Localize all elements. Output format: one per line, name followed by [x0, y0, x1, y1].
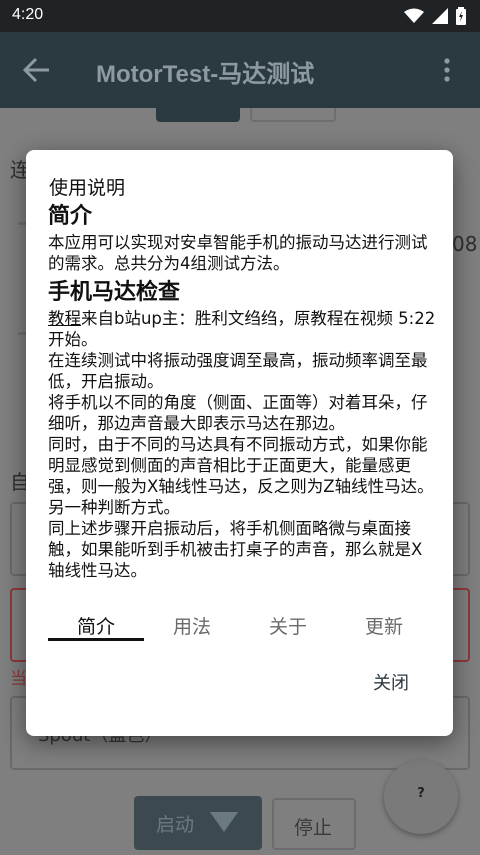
- tutorial-text: 来自b站up主：胜利文绉绉，原教程在视频 5:22 开始。: [48, 309, 436, 349]
- paragraph-4: 另一种判断方式。: [48, 498, 180, 517]
- tab-about[interactable]: 关于: [240, 612, 336, 642]
- mode-tab-pulse[interactable]: [250, 108, 336, 122]
- status-time: 4:20: [12, 6, 44, 23]
- status-icons: [404, 7, 466, 25]
- paragraph-2: 将手机以不同的角度（侧面、正面等）对着耳朵，仔细听，那边声音最大即表示马达在那边…: [48, 393, 428, 433]
- paragraph-3: 同时，由于不同的马达具有不同振动方式，如果你能明显感觉到侧面的声音相比于正面更大…: [48, 435, 434, 496]
- signal-icon: [432, 8, 448, 24]
- app-title: MotorTest-马达测试: [96, 61, 315, 88]
- dialog-content: 简介 本应用可以实现对安卓智能手机的振动马达进行测试的需求。总共分为4组测试方法…: [26, 202, 453, 581]
- wifi-icon: [404, 8, 424, 23]
- bg-value-fragment: 08: [452, 232, 478, 256]
- tab-usage[interactable]: 用法: [144, 612, 240, 642]
- help-fab[interactable]: ?: [384, 760, 458, 834]
- motor-check-heading: 手机马达检查: [48, 280, 181, 305]
- stop-button[interactable]: 停止: [272, 798, 356, 850]
- dialog-scroll-area[interactable]: 简介 本应用可以实现对安卓智能手机的振动马达进行测试的需求。总共分为4组测试方法…: [26, 202, 453, 600]
- back-arrow-icon[interactable]: [22, 56, 52, 84]
- battery-icon: [456, 7, 466, 25]
- tutorial-paragraph: 教程来自b站up主：胜利文绉绉，原教程在视频 5:22 开始。: [48, 308, 437, 350]
- dropdown-arrow-icon[interactable]: [210, 812, 238, 832]
- intro-text: 本应用可以实现对安卓智能手机的振动马达进行测试的需求。总共分为4组测试方法。: [48, 233, 428, 273]
- tutorial-link[interactable]: 教程: [48, 309, 81, 328]
- app-bar: MotorTest-马达测试: [0, 32, 480, 108]
- intro-heading: 简介: [48, 204, 93, 229]
- paragraph-5: 同上述步骤开启振动后，将手机侧面略微与桌面接触，如果能听到手机被击打桌子的声音，…: [48, 519, 423, 580]
- tab-updates[interactable]: 更新: [336, 612, 432, 642]
- usage-dialog: 使用说明 简介 本应用可以实现对安卓智能手机的振动马达进行测试的需求。总共分为4…: [26, 150, 453, 736]
- start-button-label: 启动: [156, 814, 195, 836]
- paragraph-1: 在连续测试中将振动强度调至最高，振动频率调至最低，开启振动。: [48, 351, 428, 391]
- close-button[interactable]: 关闭: [358, 666, 424, 702]
- help-icon: ?: [417, 786, 425, 801]
- start-button[interactable]: 启动: [134, 796, 262, 850]
- mode-tab-continuous[interactable]: [156, 108, 240, 122]
- more-vert-icon[interactable]: [444, 58, 450, 82]
- stop-button-label: 停止: [294, 817, 333, 839]
- status-bar: 4:20: [0, 0, 480, 32]
- tab-indicator: [48, 638, 144, 641]
- dialog-title: 使用说明: [49, 177, 126, 199]
- bg-error-fragment: 当: [10, 669, 27, 689]
